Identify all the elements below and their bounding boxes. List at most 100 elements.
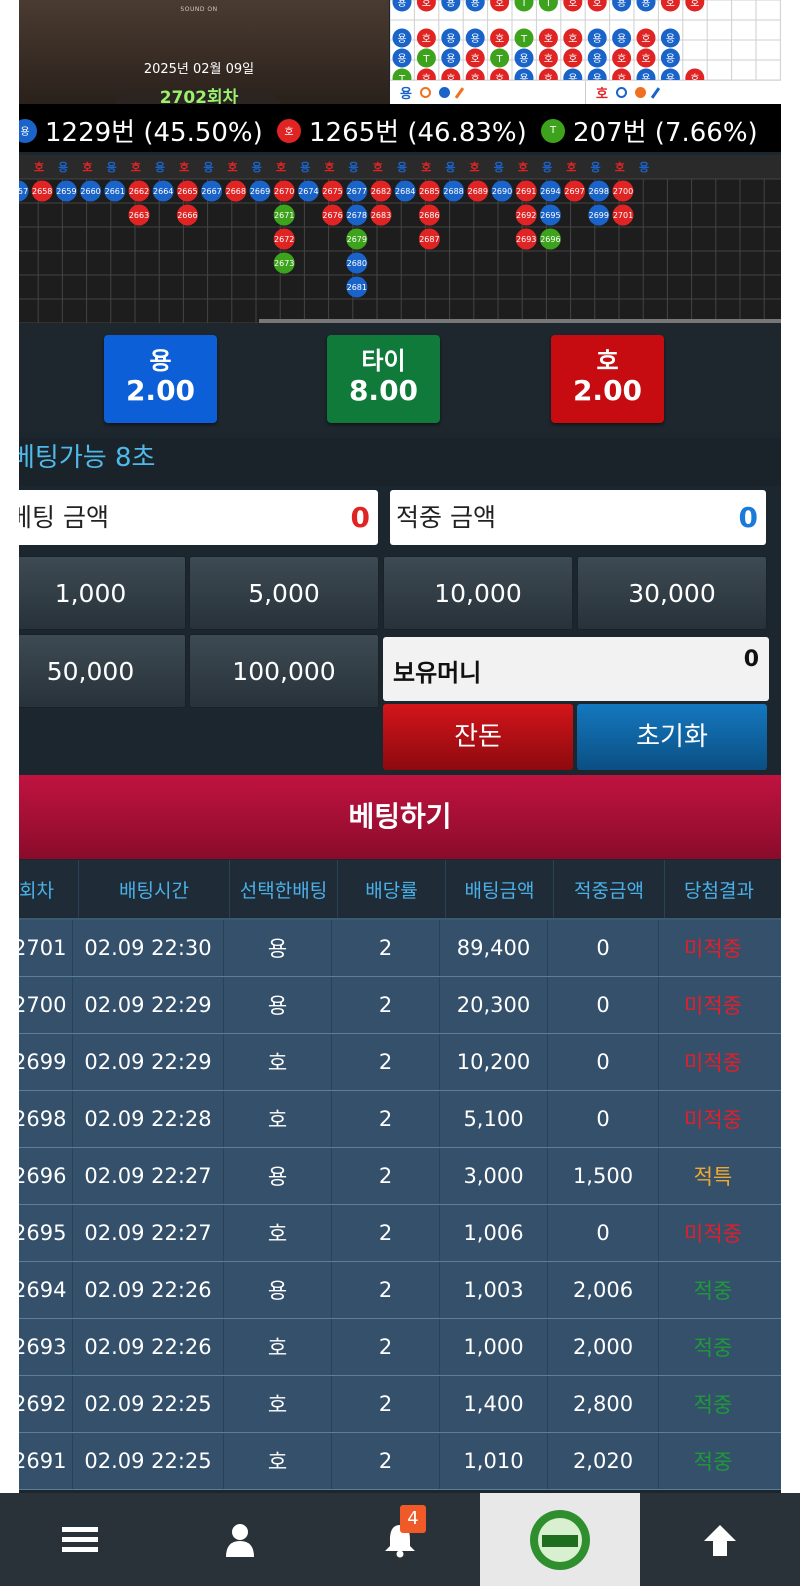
board-result-circle: 2675 — [322, 180, 344, 202]
board-header-label: 용 — [349, 161, 359, 174]
nav-notifications[interactable]: 4 — [320, 1493, 480, 1586]
svg-text:호: 호 — [544, 53, 553, 65]
row-result: 적중 — [693, 1279, 733, 1303]
nav-menu[interactable] — [0, 1493, 160, 1586]
svg-text:2671: 2671 — [274, 211, 294, 220]
board-header-label: 용 — [397, 161, 407, 174]
row-odds: 2 — [332, 1433, 440, 1489]
row-result: 미적중 — [684, 937, 742, 961]
table-row: 269402.09 22:26용21,0032,006 적중 — [19, 1262, 781, 1319]
table-row: 269602.09 22:27용23,0001,500 적특 — [19, 1148, 781, 1205]
svg-text:호: 호 — [544, 73, 553, 80]
svg-text:용: 용 — [641, 73, 650, 80]
svg-text:용: 용 — [519, 53, 528, 65]
board-result-circle: 2664 — [152, 180, 174, 202]
bead: 호 — [441, 68, 461, 80]
board-result-circle: 2674 — [297, 180, 319, 202]
board-header-label: 호 — [179, 160, 189, 174]
svg-text:2657: 2657 — [19, 187, 28, 196]
notification-count: 4 — [400, 1505, 426, 1533]
board-result-circle: 2685 — [418, 180, 440, 202]
bead: 용 — [465, 0, 485, 12]
board-result-circle: 2687 — [418, 228, 440, 250]
row-result: 미적중 — [684, 1108, 742, 1132]
bet-history-table: 회차 배팅시간 선택한배팅 배당률 배팅금액 적중금액 당첨결과 270102.… — [19, 860, 781, 1490]
history-board: 호 용 호 용 호 용 호 용 호 용 호 용 호 용 호 용 호 용 호 용 호 용 호 용 호 용 2657 2658 2659 26… — [19, 155, 781, 323]
svg-text:2698: 2698 — [589, 187, 609, 196]
bead: 용 — [636, 68, 656, 80]
svg-text:2682: 2682 — [371, 187, 391, 196]
svg-text:호: 호 — [422, 73, 431, 80]
row-pick: 용 — [224, 977, 332, 1033]
bet-tie-button[interactable]: 타이 8.00 — [327, 335, 440, 423]
svg-text:2675: 2675 — [322, 187, 342, 196]
chip-1000-button[interactable]: 1,000 — [19, 556, 186, 630]
bead: 호 — [612, 48, 632, 68]
place-bet-button[interactable]: 베팅하기 — [19, 775, 781, 859]
row-pick: 호 — [224, 1433, 332, 1489]
sound-toggle[interactable]: SOUND ON — [159, 6, 239, 13]
bet-banker-button[interactable]: 호 2.00 — [551, 335, 664, 423]
svg-text:호: 호 — [422, 33, 431, 45]
nav-scroll-top[interactable] — [640, 1493, 800, 1586]
svg-text:호: 호 — [471, 73, 480, 80]
bead: 호 — [416, 28, 436, 48]
row-round: 2700 — [19, 977, 73, 1033]
odds-panel: 용 2.00 타이 8.00 호 2.00 — [19, 323, 781, 433]
reset-button[interactable]: 초기화 — [577, 704, 767, 770]
board-header-label: 호 — [131, 160, 141, 174]
bead: T — [490, 48, 510, 68]
bead: 용 — [612, 0, 632, 12]
bet-amount-box: 베팅 금액 0 — [19, 490, 378, 545]
svg-text:2684: 2684 — [395, 187, 415, 196]
svg-text:호: 호 — [568, 33, 577, 45]
chip-30000-button[interactable]: 30,000 — [577, 556, 767, 630]
bet-amount-label: 베팅 금액 — [19, 503, 109, 532]
nav-home[interactable] — [480, 1493, 640, 1586]
result-stats: 용 1229번 (45.50%) 호 1265번 (46.83%) T 207번… — [19, 104, 781, 152]
bead: T — [538, 0, 558, 12]
svg-text:용: 용 — [397, 53, 406, 65]
chip-50000-button[interactable]: 50,000 — [19, 634, 186, 708]
svg-text:2681: 2681 — [347, 283, 367, 292]
svg-text:호: 호 — [617, 53, 626, 65]
board-header-label: 호 — [228, 160, 238, 174]
board-result-circle: 2692 — [515, 204, 537, 226]
svg-text:호: 호 — [568, 53, 577, 65]
chip-5000-button[interactable]: 5,000 — [189, 556, 379, 630]
svg-text:2665: 2665 — [177, 187, 197, 196]
svg-text:T: T — [422, 54, 430, 65]
bead: 용 — [514, 68, 534, 80]
nav-user[interactable] — [160, 1493, 320, 1586]
bead: 호 — [685, 68, 705, 80]
board-header-label: 호 — [82, 160, 92, 174]
svg-text:용: 용 — [666, 73, 675, 80]
svg-text:호: 호 — [471, 53, 480, 65]
svg-text:2688: 2688 — [443, 187, 463, 196]
timer-text: 베팅가능 8초 — [19, 443, 156, 473]
svg-text:2685: 2685 — [419, 187, 439, 196]
row-win: 0 — [548, 1034, 659, 1090]
svg-text:2667: 2667 — [201, 187, 221, 196]
row-win: 0 — [548, 920, 659, 976]
bead: 용 — [392, 48, 412, 68]
svg-text:2683: 2683 — [371, 211, 391, 220]
svg-text:용: 용 — [397, 0, 406, 9]
svg-text:용: 용 — [617, 33, 626, 45]
row-odds: 2 — [332, 1148, 440, 1204]
legend-player: 용 — [390, 81, 586, 104]
row-round: 2692 — [19, 1376, 73, 1432]
board-header-label: 용 — [203, 161, 213, 174]
svg-text:2693: 2693 — [516, 235, 536, 244]
balance-button[interactable]: 잔돈 — [383, 704, 573, 770]
bead: 용 — [392, 0, 412, 12]
row-bet: 1,003 — [440, 1262, 548, 1318]
svg-text:2690: 2690 — [492, 187, 512, 196]
chip-10000-button[interactable]: 10,000 — [383, 556, 573, 630]
round-number: 2702회차 — [159, 88, 239, 104]
svg-text:2680: 2680 — [347, 259, 367, 268]
svg-text:용: 용 — [446, 0, 455, 9]
row-bet: 1,006 — [440, 1205, 548, 1261]
chip-100000-button[interactable]: 100,000 — [189, 634, 379, 708]
bet-player-button[interactable]: 용 2.00 — [104, 335, 217, 423]
